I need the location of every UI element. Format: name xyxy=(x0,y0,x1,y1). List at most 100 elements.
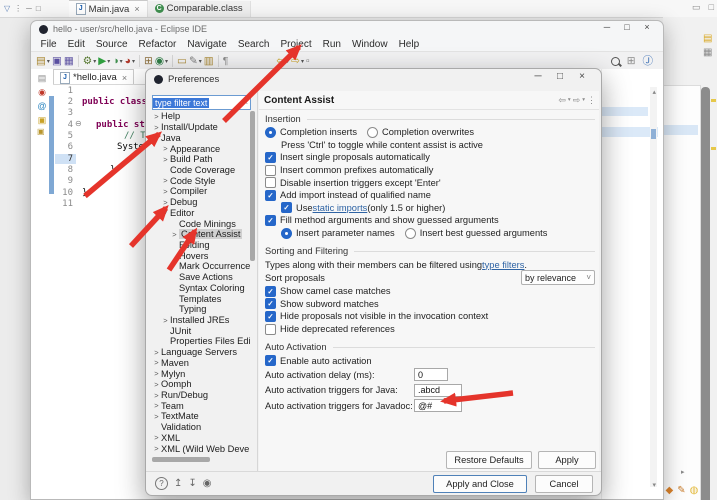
toolbar-button[interactable]: ▣ xyxy=(52,55,62,67)
menu-item-navigate[interactable]: Navigate xyxy=(182,39,232,50)
clear-filter-icon[interactable]: × xyxy=(243,98,250,107)
minimize-button[interactable]: ─ xyxy=(527,71,549,82)
close-button[interactable]: × xyxy=(571,71,593,82)
tab-comparable-class[interactable]: C Comparable.class xyxy=(147,0,251,17)
apply-button[interactable]: Apply xyxy=(538,451,596,469)
folder-icon[interactable]: ◆ xyxy=(666,485,674,496)
toolbar-button[interactable]: ▤ ▾ xyxy=(36,55,50,67)
cancel-button[interactable]: Cancel xyxy=(535,474,593,493)
tree-expanded-icon[interactable]: ˅ xyxy=(161,208,170,217)
disable-insertion-triggers-checkbox[interactable] xyxy=(265,177,276,189)
view-menu-icon[interactable]: ⋮ xyxy=(587,95,596,106)
fill-method-arguments-checkbox[interactable]: ✓ xyxy=(265,214,276,226)
import-preferences-icon[interactable]: ↧ xyxy=(188,478,196,489)
tree-item-language-servers[interactable]: > Language Servers xyxy=(150,347,250,358)
dropdown-caret-icon[interactable]: ▾ xyxy=(120,58,123,65)
toolbar-button[interactable]: ▫ xyxy=(306,55,310,67)
console-view-icon[interactable]: ▤ xyxy=(38,73,47,83)
tree-item-hovers[interactable]: Hovers xyxy=(150,250,250,261)
tree-item-xml[interactable]: > XML xyxy=(150,433,250,444)
javadoc-view-icon[interactable]: @ xyxy=(37,101,46,111)
toolbar-button[interactable]: ⇦ ▾ xyxy=(276,55,289,67)
tree-item-properties-files-editor[interactable]: Properties Files Editor xyxy=(150,336,250,347)
filter-input[interactable]: type filter text × xyxy=(152,95,251,110)
fold-collapse-icon[interactable]: ⊖ xyxy=(75,119,82,128)
use-static-imports-checkbox[interactable]: ✓ xyxy=(281,202,292,214)
menu-item-window[interactable]: Window xyxy=(346,39,393,50)
dropdown-caret-icon[interactable]: ▾ xyxy=(286,58,289,65)
export-preferences-icon[interactable]: ↥ xyxy=(174,478,182,489)
tree-collapsed-icon[interactable]: > xyxy=(152,348,161,357)
restore-defaults-button[interactable]: Restore Defaults xyxy=(446,451,532,469)
tree-collapsed-icon[interactable]: > xyxy=(161,198,170,207)
editor-tab-hello-java[interactable]: J *hello.java × xyxy=(53,69,135,85)
minimize-button[interactable]: ─ xyxy=(597,22,617,32)
add-import-checkbox[interactable]: ✓ xyxy=(265,189,276,201)
completion-inserts-radio[interactable] xyxy=(265,126,276,138)
menu-item-run[interactable]: Run xyxy=(317,39,346,50)
record-preferences-icon[interactable]: ◉ xyxy=(203,478,212,489)
window-title-bar[interactable]: hello - user/src/hello.java - Eclipse ID… xyxy=(31,21,663,37)
toolbar-button[interactable]: ⇨ ▾ xyxy=(291,55,304,67)
dropdown-caret-icon[interactable]: ▾ xyxy=(47,58,50,65)
tree-item-junit[interactable]: JUnit xyxy=(150,325,250,336)
minimize-view-icon[interactable]: ─ xyxy=(26,4,32,13)
auto-activation-delay-input[interactable] xyxy=(414,368,448,382)
tree-collapsed-icon[interactable]: > xyxy=(161,144,170,153)
static-imports-link[interactable]: static imports xyxy=(313,203,368,213)
tree-item-maven[interactable]: > Maven xyxy=(150,358,250,369)
tree-item-build-path[interactable]: > Build Path xyxy=(150,154,250,165)
apply-and-close-button[interactable]: Apply and Close xyxy=(433,474,527,493)
tree-item-java[interactable]: ˅ Java xyxy=(150,132,250,143)
tree-hscrollbar-thumb[interactable] xyxy=(152,457,210,462)
tree-item-oomph[interactable]: > Oomph xyxy=(150,379,250,390)
tree-collapsed-icon[interactable]: > xyxy=(161,187,170,196)
open-perspective-icon[interactable]: ⊞ xyxy=(627,55,636,67)
forward-icon[interactable]: ⇨ xyxy=(573,95,581,106)
enable-auto-activation-checkbox[interactable]: ✓ xyxy=(265,355,276,367)
toolbar-button[interactable]: ⊞ xyxy=(144,55,153,67)
close-tab-icon[interactable]: × xyxy=(122,73,127,83)
tree-item-appearance[interactable]: > Appearance xyxy=(150,143,250,154)
dropdown-caret-icon[interactable]: ▾ xyxy=(199,58,202,65)
toolbar-button[interactable]: ⚙ ▾ xyxy=(83,55,96,67)
toolbar-button[interactable]: ✎ ▾ xyxy=(189,55,202,67)
toolbar-button[interactable]: ▦ xyxy=(64,55,74,67)
dialog-title-bar[interactable]: Preferences ─ □ × xyxy=(146,69,601,89)
badge-icon[interactable]: ◍ xyxy=(690,485,699,496)
tree-item-installed-jres[interactable]: > Installed JREs xyxy=(150,315,250,326)
tree-item-validation[interactable]: Validation xyxy=(150,422,250,433)
toolbar-button[interactable]: ▥ xyxy=(204,55,214,67)
tree-item-mark-occurrences[interactable]: Mark Occurrences xyxy=(150,261,250,272)
maximize-icon[interactable]: □ xyxy=(709,2,714,13)
tree-item-save-actions[interactable]: Save Actions xyxy=(150,272,250,283)
tree-collapsed-icon[interactable]: > xyxy=(152,433,161,442)
toolbar-button[interactable]: ▭ xyxy=(177,55,187,67)
tree-item-debug[interactable]: > Debug xyxy=(150,197,250,208)
scroll-right-icon[interactable]: ▸ xyxy=(681,468,685,476)
toolbar-button[interactable]: ¶ xyxy=(223,55,229,67)
tree-item-editor[interactable]: ˅ Editor xyxy=(150,207,250,218)
tree-collapsed-icon[interactable]: > xyxy=(152,412,161,421)
restore-icon[interactable]: ▭ xyxy=(692,2,701,13)
maximize-view-icon[interactable]: □ xyxy=(36,4,41,13)
tree-item-code-minings[interactable]: Code Minings xyxy=(150,218,250,229)
search-icon[interactable] xyxy=(610,56,620,66)
close-tab-icon[interactable]: × xyxy=(134,4,139,14)
dropdown-caret-icon[interactable]: ▾ xyxy=(165,58,168,65)
auto-activation-triggers-javadoc-input[interactable] xyxy=(414,399,462,413)
scroll-down-icon[interactable]: ▾ xyxy=(652,481,656,489)
insert-common-prefixes-checkbox[interactable] xyxy=(265,164,276,176)
scroll-up-icon[interactable]: ▴ xyxy=(652,88,656,96)
tree-item-code-coverage[interactable]: Code Coverage xyxy=(150,165,250,176)
maximize-button[interactable]: □ xyxy=(549,71,571,82)
tree-collapsed-icon[interactable]: > xyxy=(170,230,179,239)
insert-parameter-names-radio[interactable] xyxy=(281,227,292,239)
sort-proposals-select[interactable]: by relevance ˅ xyxy=(521,270,595,286)
hide-proposals-checkbox[interactable]: ✓ xyxy=(265,310,276,322)
menu-item-search[interactable]: Search xyxy=(232,39,275,50)
tree-collapsed-icon[interactable]: > xyxy=(152,444,161,453)
show-camel-case-checkbox[interactable]: ✓ xyxy=(265,285,276,297)
toolbar-button[interactable]: ◉ ▾ xyxy=(155,55,168,67)
tree-item-typing[interactable]: Typing xyxy=(150,304,250,315)
